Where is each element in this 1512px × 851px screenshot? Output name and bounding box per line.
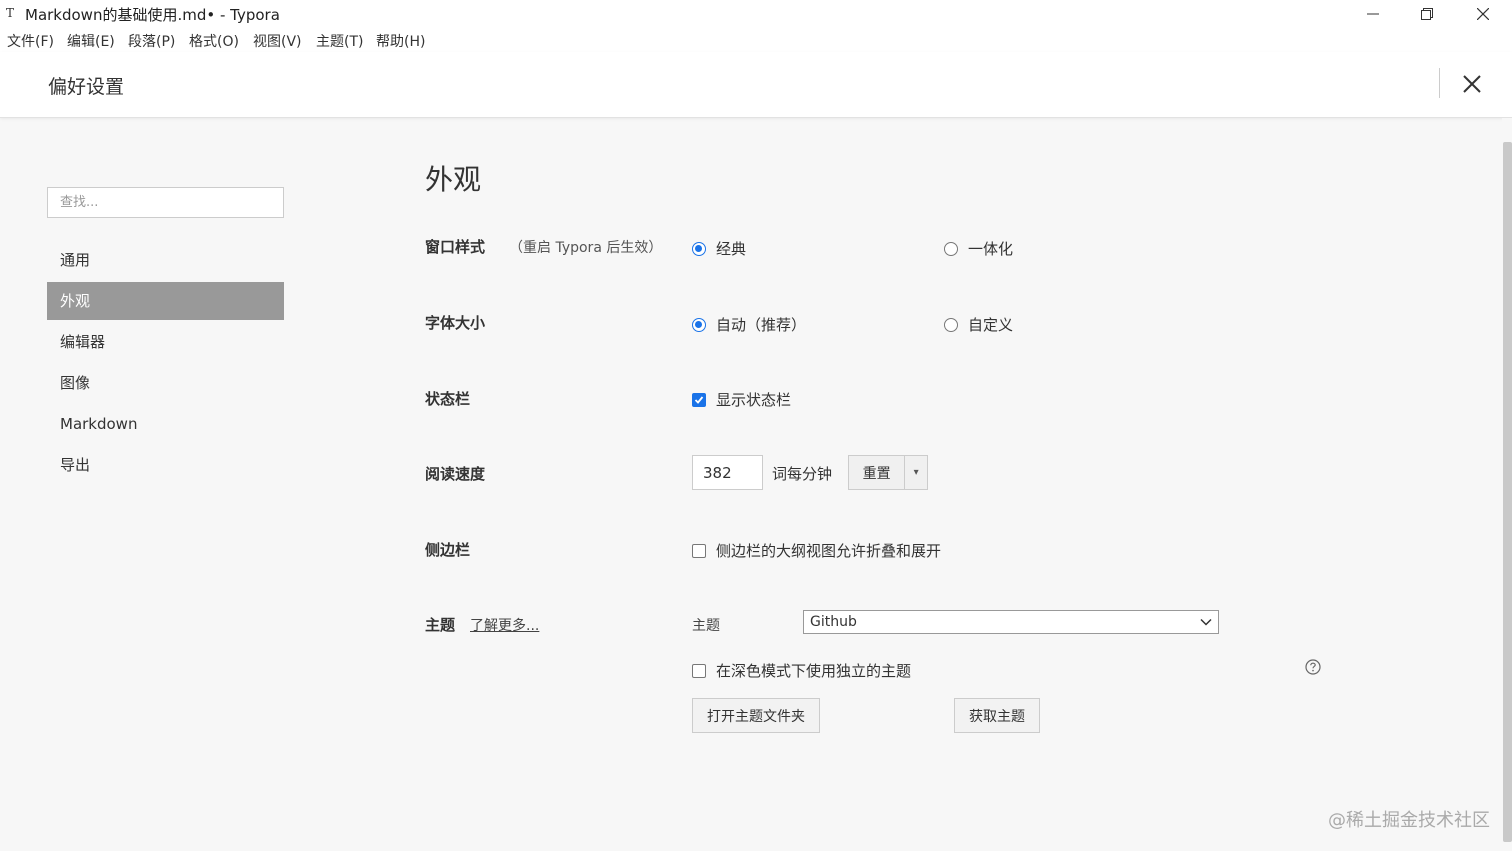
checkbox-unchecked[interactable] xyxy=(692,663,706,678)
reading-speed-input[interactable] xyxy=(692,455,763,490)
reset-button[interactable]: 重置 xyxy=(849,456,906,489)
menu-view[interactable]: 视图(V) xyxy=(253,31,302,51)
show-status-bar-option[interactable]: 显示状态栏 xyxy=(692,389,791,410)
typora-app-icon: T xyxy=(6,6,15,20)
theme-select[interactable]: Github xyxy=(803,610,1219,634)
sidebar-item-general[interactable]: 通用 xyxy=(47,241,284,279)
header-divider xyxy=(1439,68,1440,98)
status-bar-label: 状态栏 xyxy=(425,390,471,408)
get-themes-button[interactable]: 获取主题 xyxy=(954,698,1040,733)
dark-mode-theme-option[interactable]: 在深色模式下使用独立的主题 xyxy=(692,660,911,681)
window-close-button[interactable] xyxy=(1460,0,1506,28)
radio-selected[interactable] xyxy=(692,317,706,332)
sidebar-item-export[interactable]: 导出 xyxy=(47,446,284,484)
minimize-button[interactable] xyxy=(1350,0,1396,28)
option-label: 经典 xyxy=(716,240,747,258)
theme-section-label: 主题 xyxy=(425,616,456,634)
close-icon xyxy=(1463,75,1481,93)
theme-select-value: Github xyxy=(810,614,857,630)
checkbox-unchecked[interactable] xyxy=(692,543,706,558)
sidebar-item-appearance[interactable]: 外观 xyxy=(47,282,284,320)
scrollbar-thumb[interactable] xyxy=(1503,142,1512,842)
menu-format[interactable]: 格式(O) xyxy=(189,31,239,51)
theme-select-label: 主题 xyxy=(692,618,720,634)
learn-more-link[interactable]: 了解更多... xyxy=(470,615,539,635)
menu-theme[interactable]: 主题(T) xyxy=(316,31,363,51)
checkbox-checked[interactable] xyxy=(692,392,706,407)
sidebar-item-editor[interactable]: 编辑器 xyxy=(47,323,284,361)
sidebar-item-markdown[interactable]: Markdown xyxy=(47,405,284,443)
chevron-down-icon xyxy=(1200,618,1212,626)
reading-speed-label: 阅读速度 xyxy=(425,465,486,483)
reset-dropdown-arrow[interactable]: ▾ xyxy=(905,456,927,489)
outline-collapse-option[interactable]: 侧边栏的大纲视图允许折叠和展开 xyxy=(692,540,941,561)
sidebar-setting-label: 侧边栏 xyxy=(425,541,471,559)
option-label: 自定义 xyxy=(968,316,1014,334)
radio-unselected[interactable] xyxy=(944,241,958,256)
title-bar: T Markdown的基础使用.md• - Typora xyxy=(0,0,1512,28)
window-style-note: （重启 Typora 后生效） xyxy=(509,240,663,256)
menu-paragraph[interactable]: 段落(P) xyxy=(128,31,175,51)
font-size-auto-option[interactable]: 自动（推荐） xyxy=(692,314,806,335)
font-size-label: 字体大小 xyxy=(425,314,486,332)
option-label: 显示状态栏 xyxy=(716,391,792,409)
restore-icon xyxy=(1421,8,1433,20)
menu-bar: 文件(F) 编辑(E) 段落(P) 格式(O) 视图(V) 主题(T) 帮助(H… xyxy=(0,28,1512,52)
option-label: 侧边栏的大纲视图允许折叠和展开 xyxy=(716,542,942,560)
option-label: 自动（推荐） xyxy=(716,316,807,334)
window-style-unified-option[interactable]: 一体化 xyxy=(944,238,1013,259)
preferences-title: 偏好设置 xyxy=(48,76,125,98)
option-label: 一体化 xyxy=(968,240,1014,258)
window-style-classic-option[interactable]: 经典 xyxy=(692,238,746,259)
close-icon xyxy=(1477,8,1489,20)
preferences-header: 偏好设置 xyxy=(0,52,1512,118)
menu-file[interactable]: 文件(F) xyxy=(7,31,54,51)
preferences-search-input[interactable] xyxy=(47,187,284,218)
watermark: @稀土掘金技术社区 xyxy=(1328,810,1490,831)
checkmark-icon xyxy=(694,395,704,404)
preferences-close-button[interactable] xyxy=(1458,70,1486,98)
window-title: Markdown的基础使用.md• - Typora xyxy=(25,6,280,24)
option-label: 在深色模式下使用独立的主题 xyxy=(716,662,912,680)
menu-edit[interactable]: 编辑(E) xyxy=(67,31,115,51)
reading-speed-unit: 词每分钟 xyxy=(772,465,833,483)
radio-unselected[interactable] xyxy=(944,317,958,332)
radio-selected[interactable] xyxy=(692,241,706,256)
menu-help[interactable]: 帮助(H) xyxy=(376,31,425,51)
font-size-custom-option[interactable]: 自定义 xyxy=(944,314,1013,335)
help-icon[interactable] xyxy=(1305,659,1321,675)
window-style-label: 窗口样式 xyxy=(425,238,486,256)
sidebar-item-image[interactable]: 图像 xyxy=(47,364,284,402)
section-title: 外观 xyxy=(425,163,482,196)
reset-split-button: 重置 ▾ xyxy=(848,455,928,490)
restore-button[interactable] xyxy=(1404,0,1450,28)
open-theme-folder-button[interactable]: 打开主题文件夹 xyxy=(692,698,820,733)
minimize-icon xyxy=(1367,13,1379,15)
